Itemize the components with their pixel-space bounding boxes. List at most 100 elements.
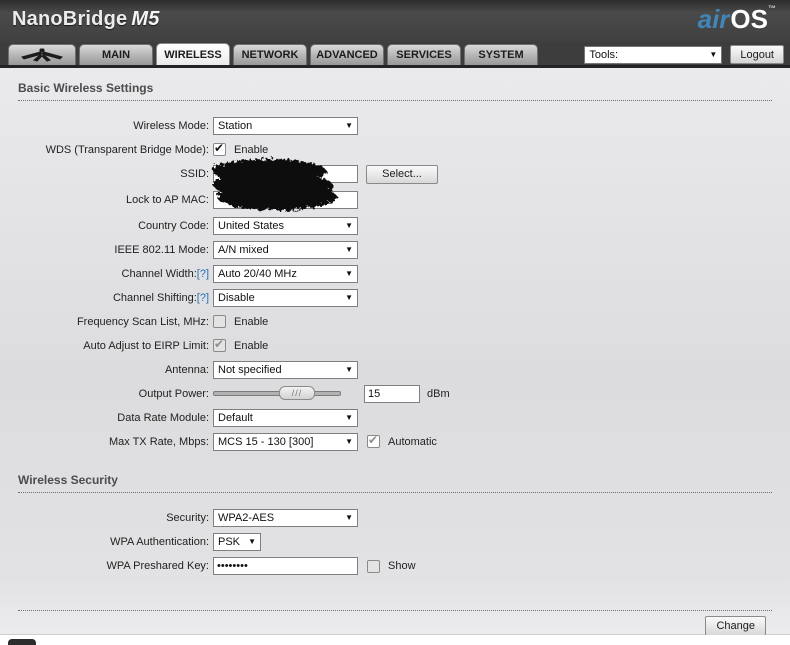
max-tx-rate-label: Max TX Rate, Mbps:	[108, 435, 209, 448]
row-wpa-authentication: WPA Authentication: PSK ▼	[0, 532, 790, 551]
freq-scan-label: Frequency Scan List, MHz:	[76, 315, 209, 328]
wireless-mode-select[interactable]: Station ▼	[213, 116, 358, 135]
freq-scan-enable-checkbox[interactable]	[213, 315, 226, 328]
max-tx-rate-value: MCS 15 - 130 [300]	[218, 435, 314, 448]
lock-ap-mac-input[interactable]	[213, 191, 358, 209]
tab-wireless[interactable]: WIRELESS	[156, 43, 230, 65]
row-freq-scan: Frequency Scan List, MHz: Enable	[0, 313, 790, 330]
country-code-select[interactable]: United States ▼	[213, 216, 358, 235]
wpa-key-show-checkbox[interactable]	[367, 559, 380, 573]
channel-width-label: Channel Width:[?]	[0, 268, 209, 280]
wds-label: WDS (Transparent Bridge Mode):	[45, 143, 209, 156]
airos-logo: airOS™	[698, 4, 776, 35]
wpa-authentication-select[interactable]: PSK ▼	[213, 532, 261, 551]
output-power-slider[interactable]: ///	[213, 385, 341, 402]
device-model: M5	[131, 8, 160, 30]
antenna-icon	[21, 48, 63, 62]
wireless-mode-label: Wireless Mode:	[133, 119, 209, 132]
antenna-value: Not specified	[218, 363, 282, 376]
footer-logo-partial	[8, 639, 36, 645]
channel-shifting-value: Disable	[218, 291, 255, 304]
wpa-authentication-value: PSK	[218, 535, 241, 548]
tab-services[interactable]: SERVICES	[387, 44, 461, 65]
slider-track[interactable]	[213, 391, 341, 396]
max-tx-rate-select[interactable]: MCS 15 - 130 [300] ▼	[213, 432, 358, 451]
wpa-preshared-key-input[interactable]	[213, 557, 358, 575]
output-power-label: Output Power:	[138, 387, 209, 400]
ssid-select-button[interactable]: Select...	[366, 164, 438, 184]
security-label: Security:	[166, 511, 209, 524]
channel-width-label-text: Channel Width:	[121, 267, 197, 280]
channel-shifting-help-link[interactable]: [?]	[197, 292, 209, 304]
tab-advanced[interactable]: ADVANCED	[310, 44, 384, 65]
row-channel-shifting: Channel Shifting:[?] Disable ▼	[0, 288, 790, 307]
ieee-mode-select[interactable]: A/N mixed ▼	[213, 240, 358, 259]
row-eirp: Auto Adjust to EIRP Limit: ✔ Enable	[0, 337, 790, 354]
wpa-key-show-label: Show	[388, 560, 416, 572]
wpa-authentication-label: WPA Authentication:	[110, 535, 209, 548]
channel-width-select[interactable]: Auto 20/40 MHz ▼	[213, 264, 358, 283]
page-header: NanoBridge M5 airOS™	[0, 0, 790, 42]
wds-enable-checkbox[interactable]: ✔	[213, 141, 226, 156]
check-icon: ✔	[368, 433, 379, 447]
logout-button[interactable]: Logout	[730, 45, 784, 64]
airos-logo-air: air	[697, 4, 730, 34]
data-rate-label: Data Rate Module:	[117, 411, 209, 424]
row-wireless-mode: Wireless Mode: Station ▼	[0, 116, 790, 135]
output-power-input[interactable]	[364, 384, 420, 403]
chevron-down-icon: ▼	[345, 436, 353, 446]
tab-main[interactable]: MAIN	[79, 44, 153, 65]
row-ieee-mode: IEEE 802.11 Mode: A/N mixed ▼	[0, 240, 790, 259]
tab-home-antenna[interactable]	[8, 44, 76, 65]
row-lock-ap-mac: Lock to AP MAC:	[0, 191, 790, 209]
slider-handle[interactable]: ///	[279, 386, 315, 400]
data-rate-select[interactable]: Default ▼	[213, 408, 358, 427]
wpa-preshared-key-label: WPA Preshared Key:	[106, 560, 209, 572]
security-select[interactable]: WPA2-AES ▼	[213, 508, 358, 527]
row-max-tx-rate: Max TX Rate, Mbps: MCS 15 - 130 [300] ▼ …	[0, 432, 790, 451]
tools-dropdown[interactable]: Tools: ▼	[584, 45, 723, 64]
airos-logo-os: OS	[730, 4, 768, 34]
ieee-mode-value: A/N mixed	[218, 243, 269, 256]
chevron-down-icon: ▼	[345, 364, 353, 374]
chevron-down-icon: ▼	[345, 120, 353, 130]
antenna-label: Antenna:	[164, 363, 209, 376]
eirp-label: Auto Adjust to EIRP Limit:	[83, 339, 209, 352]
row-antenna: Antenna: Not specified ▼	[0, 360, 790, 379]
ssid-input[interactable]	[213, 165, 358, 183]
check-icon: ✔	[214, 337, 225, 351]
country-code-value: United States	[218, 219, 285, 232]
channel-shifting-select[interactable]: Disable ▼	[213, 288, 358, 307]
chevron-down-icon: ▼	[345, 220, 353, 230]
main-nav-tabbar: MAIN WIRELESS NETWORK ADVANCED SERVICES …	[0, 42, 790, 65]
tab-network[interactable]: NETWORK	[233, 44, 307, 65]
wireless-settings-panel: Basic Wireless Settings Wireless Mode: S…	[0, 68, 790, 636]
tabbar-right-controls: Tools: ▼ Logout	[584, 45, 784, 64]
device-logo: NanoBridge M5	[12, 8, 160, 31]
chevron-down-icon: ▼	[345, 268, 353, 278]
chevron-down-icon: ▼	[345, 412, 353, 422]
channel-width-help-link[interactable]: [?]	[197, 268, 209, 280]
change-button-row: Change	[0, 611, 790, 636]
wds-enable-label: Enable	[234, 143, 269, 156]
ieee-mode-label: IEEE 802.11 Mode:	[114, 243, 209, 256]
country-code-label: Country Code:	[138, 219, 209, 232]
max-tx-automatic-checkbox[interactable]: ✔	[367, 433, 380, 448]
change-button[interactable]: Change	[705, 616, 766, 636]
eirp-enable-checkbox[interactable]: ✔	[213, 337, 226, 352]
chevron-down-icon: ▼	[345, 512, 353, 522]
chevron-down-icon: ▼	[345, 292, 353, 302]
chevron-down-icon: ▼	[709, 49, 718, 59]
row-data-rate: Data Rate Module: Default ▼	[0, 408, 790, 427]
channel-shifting-label: Channel Shifting:[?]	[0, 292, 209, 304]
tab-system[interactable]: SYSTEM	[464, 44, 538, 65]
antenna-select[interactable]: Not specified ▼	[213, 360, 358, 379]
airos-wireless-page: { "header": { "brand": "NanoBridge", "mo…	[0, 0, 790, 645]
ssid-label: SSID:	[180, 168, 209, 180]
wireless-security-form: Security: WPA2-AES ▼ WPA Authentication:…	[0, 508, 790, 575]
row-channel-width: Channel Width:[?] Auto 20/40 MHz ▼	[0, 264, 790, 283]
basic-wireless-settings-heading: Basic Wireless Settings	[18, 68, 772, 101]
security-value: WPA2-AES	[218, 511, 275, 524]
data-rate-value: Default	[218, 411, 253, 424]
basic-wireless-form: Wireless Mode: Station ▼ WDS (Transparen…	[0, 116, 790, 451]
